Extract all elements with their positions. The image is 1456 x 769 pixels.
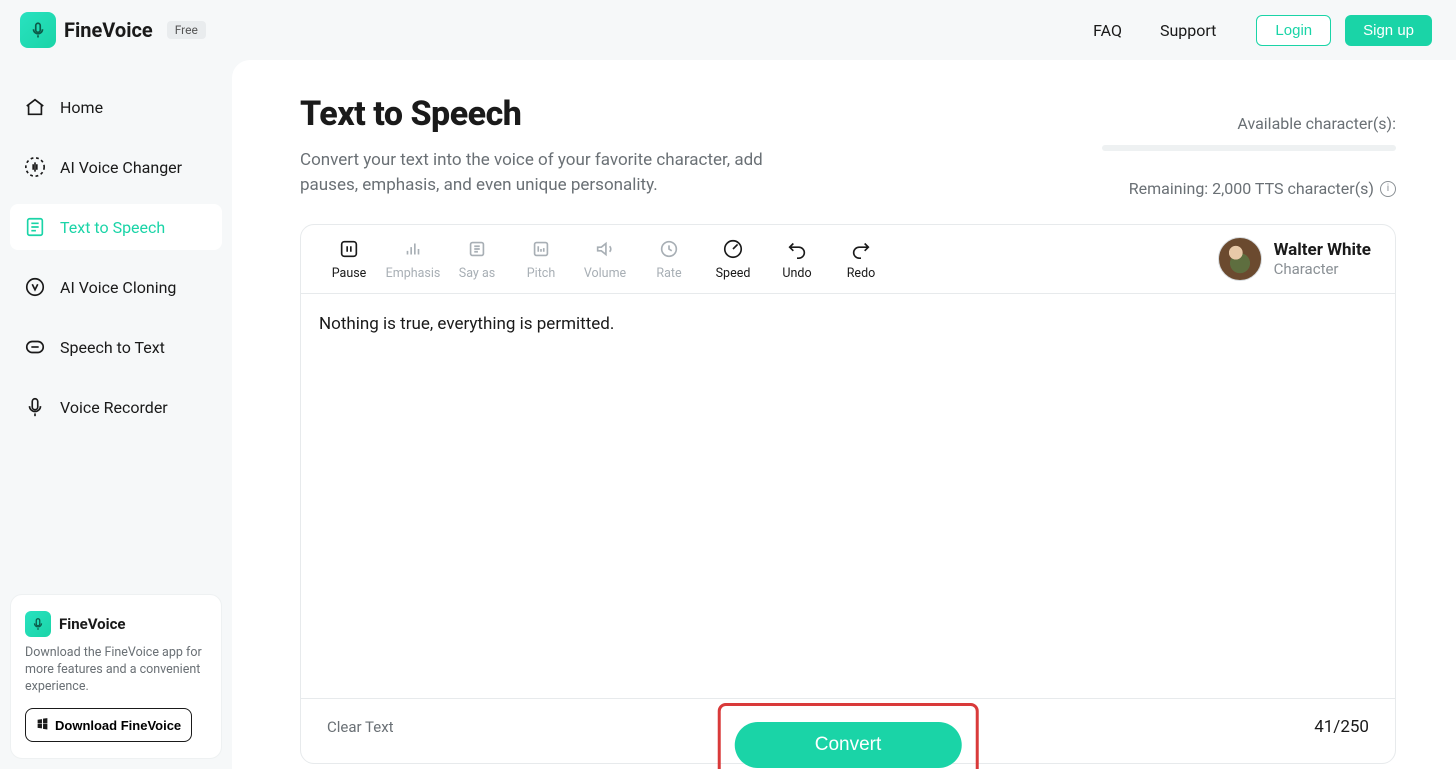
sidebar-item-label: Text to Speech — [60, 218, 165, 237]
voice-selector[interactable]: Walter White Character — [1218, 237, 1379, 281]
tool-label: Pause — [332, 266, 367, 281]
download-button[interactable]: Download FineVoice — [25, 708, 192, 742]
speed-icon — [722, 238, 744, 260]
editor-toolbar: Pause Emphasis Say as Pitch Volume — [301, 225, 1395, 294]
sidebar-item-label: AI Voice Cloning — [60, 278, 176, 297]
quota-remaining-label: Remaining: 2,000 TTS character(s) — [1129, 179, 1374, 198]
rate-icon — [658, 238, 680, 260]
clear-text-button[interactable]: Clear Text — [327, 718, 394, 736]
tool-emphasis: Emphasis — [381, 238, 445, 281]
waveform-icon — [24, 156, 46, 178]
signup-button[interactable]: Sign up — [1345, 15, 1432, 46]
tool-label: Redo — [847, 266, 876, 281]
undo-icon — [786, 238, 808, 260]
character-count: 41/250 — [1314, 717, 1369, 737]
emphasis-icon — [402, 238, 424, 260]
brand[interactable]: FineVoice Free — [20, 12, 206, 48]
brand-name: FineVoice — [64, 18, 153, 42]
main-panel: Text to Speech Convert your text into th… — [232, 60, 1456, 769]
home-icon — [24, 96, 46, 118]
tool-rate: Rate — [637, 238, 701, 281]
tool-speed[interactable]: Speed — [701, 238, 765, 281]
tool-pitch: Pitch — [509, 238, 573, 281]
page-title: Text to Speech — [300, 94, 820, 134]
header-link-support[interactable]: Support — [1160, 21, 1216, 40]
sidebar-item-label: Home — [60, 98, 103, 117]
tool-redo[interactable]: Redo — [829, 238, 893, 281]
sidebar-item-voice-changer[interactable]: AI Voice Changer — [10, 144, 222, 190]
tool-label: Speed — [716, 266, 751, 281]
quota-available-label: Available character(s): — [1102, 114, 1396, 133]
header-link-faq[interactable]: FAQ — [1093, 21, 1122, 40]
promo-title: FineVoice — [59, 615, 126, 633]
tool-label: Say as — [459, 266, 495, 281]
sidebar-item-home[interactable]: Home — [10, 84, 222, 130]
sidebar-item-voice-recorder[interactable]: Voice Recorder — [10, 384, 222, 430]
sidebar-item-voice-cloning[interactable]: AI Voice Cloning — [10, 264, 222, 310]
plan-badge: Free — [167, 21, 206, 39]
voice-role: Character — [1274, 260, 1371, 278]
pause-icon — [338, 238, 360, 260]
sidebar-item-label: Voice Recorder — [60, 398, 168, 417]
info-icon[interactable]: i — [1380, 181, 1396, 197]
clone-icon — [24, 276, 46, 298]
windows-icon — [36, 717, 49, 733]
login-button[interactable]: Login — [1256, 15, 1331, 46]
editor-card: Pause Emphasis Say as Pitch Volume — [300, 224, 1396, 764]
convert-button[interactable]: Convert — [735, 722, 962, 768]
tool-label: Rate — [656, 266, 681, 281]
sidebar-item-speech-to-text[interactable]: Speech to Text — [10, 324, 222, 370]
voice-name: Walter White — [1274, 240, 1371, 260]
quota-panel: Available character(s): Remaining: 2,000… — [1102, 94, 1396, 198]
tool-label: Emphasis — [386, 266, 441, 281]
promo-description: Download the FineVoice app for more feat… — [25, 645, 207, 696]
download-promo-card: FineVoice Download the FineVoice app for… — [10, 594, 222, 759]
volume-icon — [594, 238, 616, 260]
sidebar-item-label: AI Voice Changer — [60, 158, 182, 177]
brand-logo-icon — [25, 611, 51, 637]
tool-volume: Volume — [573, 238, 637, 281]
editor-footer: Clear Text Convert 41/250 — [301, 698, 1395, 763]
tool-label: Pitch — [527, 266, 555, 281]
tool-pause[interactable]: Pause — [317, 238, 381, 281]
pitch-icon — [530, 238, 552, 260]
tool-label: Volume — [584, 266, 626, 281]
sidebar: Home AI Voice Changer Text to Speech AI … — [0, 60, 232, 769]
redo-icon — [850, 238, 872, 260]
sayas-icon — [466, 238, 488, 260]
brand-logo-icon — [20, 12, 56, 48]
document-lines-icon — [24, 216, 46, 238]
transcript-icon — [24, 336, 46, 358]
sidebar-item-label: Speech to Text — [60, 338, 165, 357]
microphone-icon — [24, 396, 46, 418]
tool-undo[interactable]: Undo — [765, 238, 829, 281]
voice-avatar — [1218, 237, 1262, 281]
quota-progress-bar — [1102, 145, 1396, 151]
text-input[interactable] — [301, 294, 1395, 698]
sidebar-item-text-to-speech[interactable]: Text to Speech — [10, 204, 222, 250]
convert-highlight: Convert — [718, 703, 979, 769]
tool-label: Undo — [782, 266, 811, 281]
download-button-label: Download FineVoice — [55, 718, 181, 733]
page-subtitle: Convert your text into the voice of your… — [300, 148, 820, 197]
header: FineVoice Free FAQ Support Login Sign up — [0, 0, 1456, 60]
tool-sayas: Say as — [445, 238, 509, 281]
